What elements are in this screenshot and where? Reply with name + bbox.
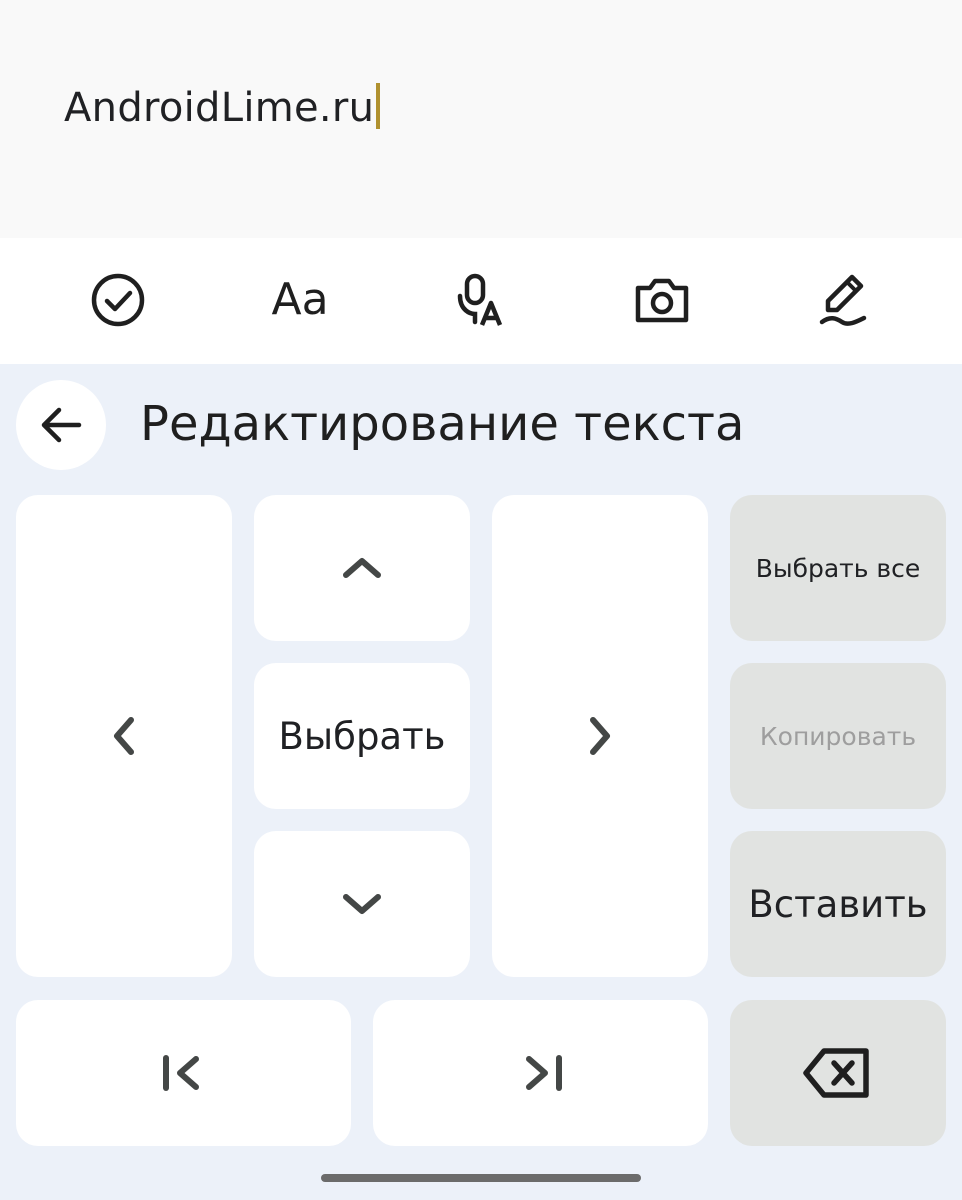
text-input-area[interactable]: AndroidLime.ru [0,0,962,238]
text-editing-panel: Редактирование текста Выбрать Выбрать вс… [0,364,962,1200]
copy-key[interactable]: Копировать [730,663,946,809]
select-all-key[interactable]: Выбрать все [730,495,946,641]
check-circle-icon [91,273,145,327]
backspace-icon [803,1048,869,1098]
chevron-left-icon [114,717,134,755]
camera-icon [635,278,689,323]
arrow-left-icon [41,407,82,443]
keyboard-toolbar: Aa [0,238,962,364]
jump-to-start-icon [162,1055,199,1091]
panel-title: Редактирование текста [140,396,745,452]
back-button[interactable] [16,380,106,470]
check-circle-button[interactable] [82,264,154,336]
handwriting-button[interactable] [808,264,880,336]
select-key[interactable]: Выбрать [254,663,470,809]
camera-button[interactable] [626,264,698,336]
text-cursor [376,83,381,129]
paste-key-label: Вставить [748,882,928,926]
jump-to-start-key[interactable] [16,1000,351,1146]
select-all-key-label: Выбрать все [755,553,921,583]
text-input-value: AndroidLime.ru [64,85,375,131]
voice-translate-button[interactable] [444,264,516,336]
text-input-content[interactable]: AndroidLime.ru [64,82,381,134]
chevron-up-icon [343,558,381,578]
text-format-button[interactable]: Aa [264,264,336,336]
cursor-left-key[interactable] [16,495,232,977]
cursor-down-key[interactable] [254,831,470,977]
text-format-icon: Aa [271,274,329,325]
copy-key-label: Копировать [759,721,917,751]
voice-translate-icon [457,273,503,326]
cursor-right-key[interactable] [492,495,708,977]
paste-key[interactable]: Вставить [730,831,946,977]
backspace-key[interactable] [730,1000,946,1146]
jump-to-end-key[interactable] [373,1000,708,1146]
handwriting-pen-icon [819,274,867,326]
navigation-handle[interactable] [321,1174,641,1182]
cursor-up-key[interactable] [254,495,470,641]
chevron-down-icon [343,894,381,914]
select-key-label: Выбрать [278,714,446,758]
jump-to-end-icon [525,1055,562,1091]
chevron-right-icon [590,717,610,755]
